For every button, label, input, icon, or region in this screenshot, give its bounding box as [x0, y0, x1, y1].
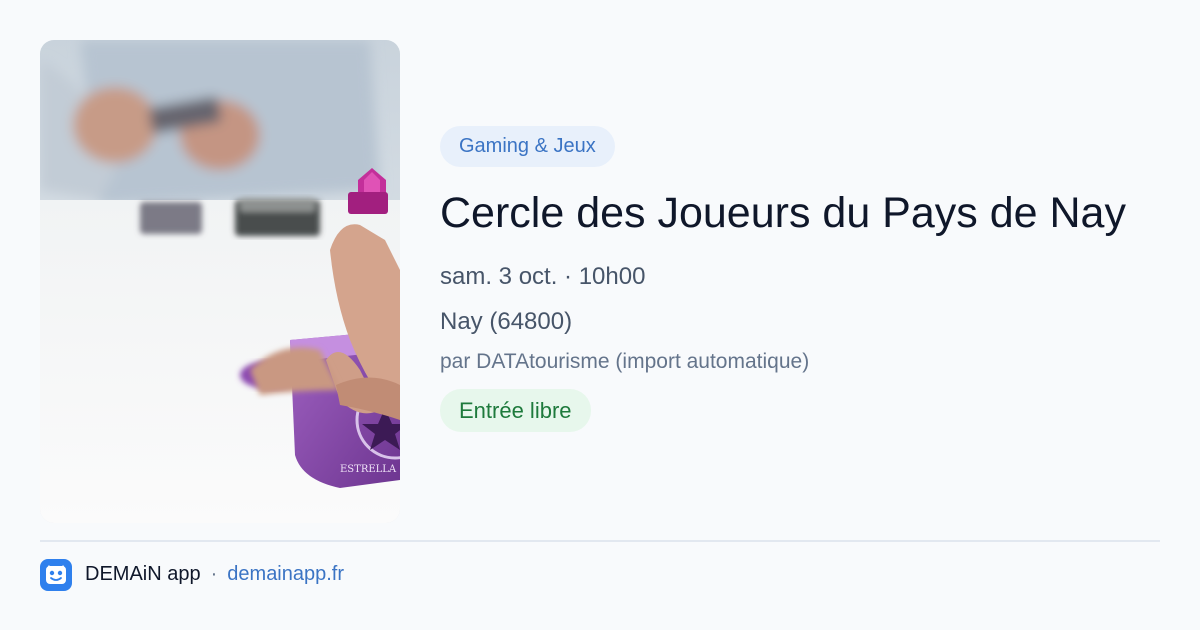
- event-photo: ESTRELLA: [40, 40, 400, 523]
- app-logo-icon[interactable]: [40, 558, 72, 591]
- event-title[interactable]: Cercle des Joueurs du Pays de Nay: [440, 186, 1170, 240]
- event-details: Gaming & Jeux Cercle des Joueurs du Pays…: [440, 126, 1170, 432]
- box-label: ESTRELLA: [340, 464, 397, 475]
- event-organizer: par DATAtourisme (import automatique): [440, 350, 810, 373]
- footer-divider: [40, 540, 1160, 542]
- app-url-link[interactable]: demainapp.fr: [227, 563, 344, 586]
- app-name: DEMAiN app: [85, 563, 201, 585]
- event-location: Nay (64800): [440, 308, 573, 335]
- event-card[interactable]: ESTRELLA Gaming & Jeux Cercle des Joueur…: [0, 0, 1200, 630]
- event-date-time: sam. 3 oct. · 10h00: [440, 263, 646, 290]
- category-badge[interactable]: Gaming & Jeux: [440, 126, 615, 167]
- footer-separator: ·: [210, 563, 218, 585]
- price-badge: Entrée libre: [440, 389, 591, 432]
- footer: DEMAiN app · demainapp.fr: [40, 558, 344, 591]
